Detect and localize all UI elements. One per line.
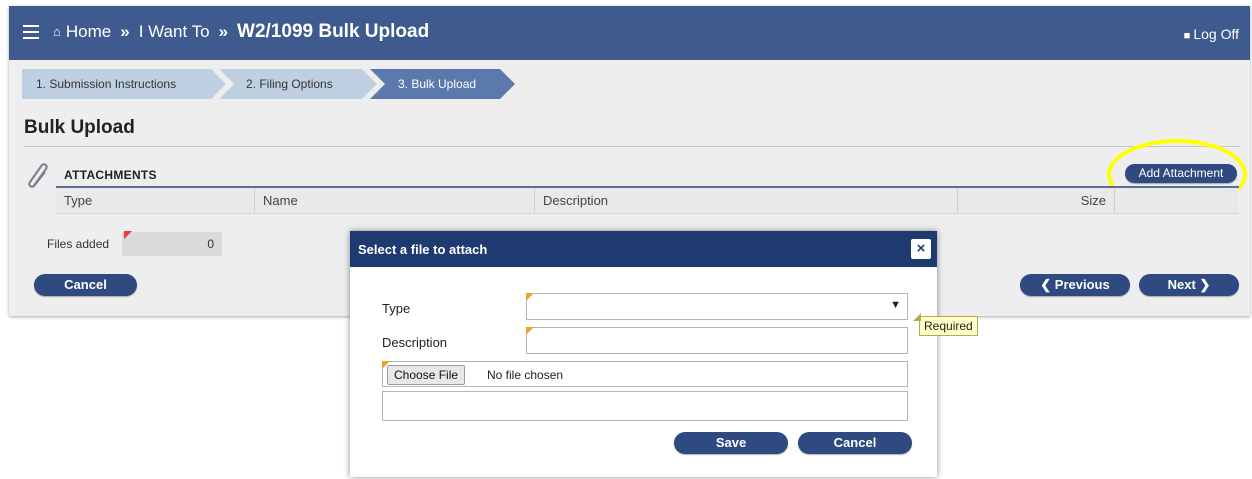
wizard-step-filing-options[interactable]: 2. Filing Options [219,69,377,99]
column-header-name[interactable]: Name [255,188,535,213]
chevron-left-icon: ❮ [1040,277,1052,292]
required-marker [526,327,534,335]
caret-down-icon: ▼ [890,299,901,311]
column-header-actions [1115,188,1239,213]
file-input: Choose File No file chosen [382,361,908,387]
file-status: No file chosen [487,368,564,382]
wizard-step-submission-instructions[interactable]: 1. Submission Instructions [22,69,226,99]
type-label: Type [382,301,411,316]
breadcrumb: ⌂ Home » I Want To » W2/1099 Bulk Upload [53,21,429,43]
required-tooltip: Required [913,313,978,336]
type-select[interactable]: ▼ [526,293,908,320]
page-title: Bulk Upload [24,117,135,138]
files-added-count: 0 [122,232,222,256]
top-navigation-bar: ⌂ Home » I Want To » W2/1099 Bulk Upload ■ Log… [9,6,1250,60]
previous-label: Previous [1054,277,1110,292]
breadcrumb-separator: » [120,22,130,41]
choose-file-button[interactable]: Choose File [387,365,466,385]
next-button[interactable]: Next ❯ [1139,274,1239,296]
required-marker [526,293,534,301]
paperclip-icon [28,163,48,188]
previous-button[interactable]: ❮ Previous [1020,274,1130,296]
close-icon[interactable]: × [911,239,931,259]
home-icon: ⌂ [53,24,61,39]
breadcrumb-i-want-to[interactable]: I Want To [139,22,210,41]
files-added-label: Files added [47,237,110,251]
column-header-description[interactable]: Description [535,188,958,213]
dialog-title: Select a file to attach [358,242,488,257]
breadcrumb-home[interactable]: Home [66,22,111,41]
dialog-cancel-button[interactable]: Cancel [798,432,912,454]
breadcrumb-current-page: W2/1099 Bulk Upload [237,21,430,42]
divider [24,146,1240,147]
attachments-label: ATTACHMENTS [64,168,157,182]
table-bottom-rule [56,213,1239,214]
required-marker [382,361,390,369]
log-off-link[interactable]: ■ Log Off [1184,26,1239,42]
column-header-type[interactable]: Type [56,188,255,213]
dialog-save-button[interactable]: Save [674,432,788,454]
lock-icon: ■ [1183,30,1191,42]
add-attachment-button[interactable]: Add Attachment [1125,164,1237,183]
next-label: Next [1167,277,1196,292]
description-field[interactable] [526,327,908,354]
file-name-field[interactable] [382,391,908,421]
required-marker [124,231,132,239]
column-header-size[interactable]: Size [958,188,1115,213]
wizard-step-bulk-upload[interactable]: 3. Bulk Upload [370,69,515,99]
dialog-header: Select a file to attach × [350,231,937,267]
breadcrumb-separator: » [218,22,229,41]
file-attach-dialog: Select a file to attach × Type ▼ Descrip… [350,231,937,477]
description-label: Description [382,335,448,350]
log-off-label: Log Off [1193,26,1239,42]
cancel-button[interactable]: Cancel [34,274,137,296]
chevron-right-icon: ❯ [1199,277,1211,292]
hamburger-menu-icon[interactable] [23,25,39,39]
